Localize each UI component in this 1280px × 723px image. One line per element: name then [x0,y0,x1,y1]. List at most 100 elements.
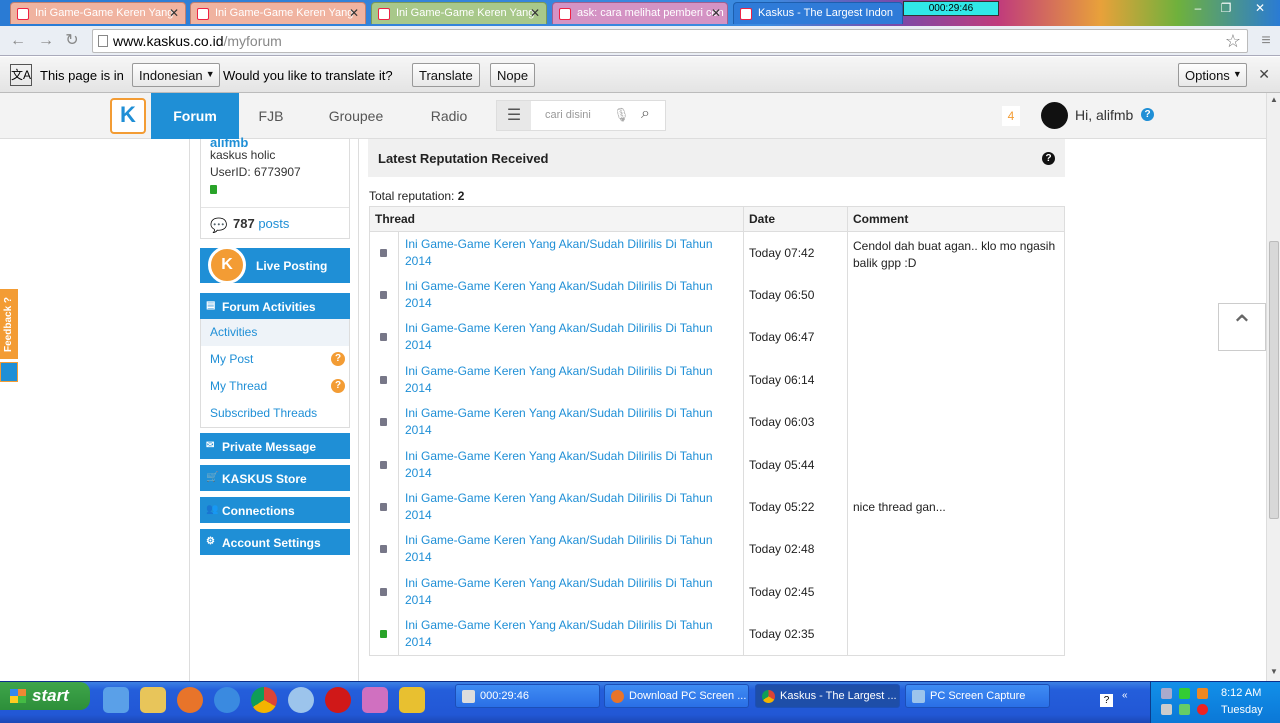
close-window-icon[interactable]: ✕ [1240,0,1280,18]
sidebar-item-my-post[interactable]: My Post ? [201,346,349,373]
nav-fjb[interactable]: FJB [249,93,293,139]
translate-prefix: This page is in [40,68,124,83]
nav-radio[interactable]: Radio [424,93,474,139]
connections-button[interactable]: 👥 Connections [200,497,350,523]
profile-card: alifmb kaskus holic UserID: 6773907 💬 78… [200,135,350,239]
page-scrollbar[interactable]: ▲ ▼ [1266,93,1280,681]
translate-button[interactable]: Translate [412,63,480,87]
kaskus-logo[interactable]: K [110,98,146,134]
back-icon[interactable]: ← [8,31,28,51]
back-to-top-button[interactable]: ⌃ [1218,303,1266,351]
sidebar-item-my-thread[interactable]: My Thread ? [201,373,349,400]
options-label: Options [1185,68,1230,83]
notification-badge[interactable]: 4 [1002,106,1020,126]
thread-link[interactable]: Ini Game-Game Keren Yang Akan/Sudah Dili… [398,358,744,402]
scrollbar-thumb[interactable] [1269,241,1279,519]
question-icon[interactable]: ? [331,352,345,366]
clock-time[interactable]: 8:12 AM [1221,687,1261,699]
browser-tab-strip: Ini Game-Game Keren Yang ✕ Ini Game-Game… [0,0,1280,26]
help-icon[interactable]: ? [1100,694,1113,707]
tray-security-icon[interactable] [1179,704,1190,715]
help-icon[interactable]: ? [1042,152,1055,165]
feedback-icon[interactable] [0,362,18,382]
internet-explorer-icon[interactable] [214,687,240,713]
options-button[interactable]: Options ▼ [1178,63,1247,87]
question-icon[interactable]: ? [331,379,345,393]
clock-day: Tuesday [1221,704,1263,716]
app-icon[interactable] [399,687,425,713]
address-bar[interactable]: www.kaskus.co.id/myforum ☆ [92,29,1248,53]
language-select[interactable]: Indonesian ▼ [132,63,220,87]
thread-link[interactable]: Ini Game-Game Keren Yang Akan/Sudah Dili… [398,231,744,274]
thread-link[interactable]: Ini Game-Game Keren Yang Akan/Sudah Dili… [398,528,744,571]
help-icon[interactable]: ? [1141,108,1154,121]
close-tab-icon[interactable]: ✕ [530,6,540,20]
taskbar-task[interactable]: 000:29:46 [455,684,600,708]
thread-link[interactable]: Ini Game-Game Keren Yang Akan/Sudah Dili… [398,443,744,486]
close-tab-icon[interactable]: ✕ [349,6,359,20]
sidebar-item-subscribed-threads[interactable]: Subscribed Threads [201,400,349,427]
outlook-icon[interactable] [103,687,129,713]
scroll-down-icon[interactable]: ▼ [1268,667,1280,679]
chrome-menu-icon[interactable]: ≡ [1256,31,1276,51]
nav-groupee[interactable]: Groupee [320,93,392,139]
tray-network-icon[interactable] [1179,688,1190,699]
user-greeting[interactable]: Hi, alifmb [1075,107,1133,123]
live-posting-button[interactable]: K Live Posting [200,246,350,284]
start-button[interactable]: start [0,682,90,710]
tray-update-icon[interactable] [1197,688,1208,699]
thread-link[interactable]: Ini Game-Game Keren Yang Akan/Sudah Dili… [398,570,744,614]
forum-activities-header[interactable]: ▤ Forum Activities [200,293,350,319]
browser-tab[interactable]: Ini Game-Game Keren Yang ✕ [371,2,547,24]
reputation-mark-cell [369,401,399,444]
post-count[interactable]: 787 posts [233,216,289,231]
bookmark-star-icon[interactable]: ☆ [1225,31,1241,52]
recording-timer: 000:29:46 [903,1,999,16]
close-tab-icon[interactable]: ✕ [169,6,179,20]
thread-link[interactable]: Ini Game-Game Keren Yang Akan/Sudah Dili… [398,316,744,359]
tray-app-icon[interactable] [1161,688,1172,699]
firefox-icon[interactable] [177,687,203,713]
nav-forum[interactable]: Forum [151,93,239,139]
close-translate-icon[interactable]: ✕ [1258,66,1270,83]
game-icon[interactable] [362,687,388,713]
taskbar-task[interactable]: PC Screen Capture [905,684,1050,708]
chrome-icon[interactable] [251,687,277,713]
search-input[interactable]: cari disini [545,109,591,121]
account-settings-button[interactable]: ⚙ Account Settings [200,529,350,555]
reload-icon[interactable]: ↻ [62,31,82,51]
thread-link[interactable]: Ini Game-Game Keren Yang Akan/Sudah Dili… [398,273,744,317]
close-tab-icon[interactable]: ✕ [711,6,721,20]
minimize-icon[interactable]: ‒ [1184,0,1212,18]
sidebar-item-label: My Thread [210,379,268,393]
hamburger-menu-icon[interactable]: ☰ [497,101,531,130]
kaskus-store-button[interactable]: 🛒 KASKUS Store [200,465,350,491]
taskbar-task[interactable]: Download PC Screen ... [604,684,749,708]
thread-link[interactable]: Ini Game-Game Keren Yang Akan/Sudah Dili… [398,401,744,444]
thread-link[interactable]: Ini Game-Game Keren Yang Akan/Sudah Dili… [398,613,744,656]
private-message-button[interactable]: ✉ Private Message [200,433,350,459]
network-icon[interactable] [288,687,314,713]
browser-tab[interactable]: ask: cara melihat pemberi cen ✕ [552,2,728,24]
tray-volume-icon[interactable] [1161,704,1172,715]
thread-link[interactable]: Ini Game-Game Keren Yang Akan/Sudah Dili… [398,485,744,529]
scroll-up-icon[interactable]: ▲ [1268,95,1280,107]
browser-tab[interactable]: Ini Game-Game Keren Yang ✕ [190,2,366,24]
opera-icon[interactable] [325,687,351,713]
avatar[interactable] [1041,102,1068,129]
feedback-tab[interactable]: Feedback ? [0,289,18,359]
neutral-reputation-icon [380,291,387,300]
forward-icon[interactable]: → [36,31,56,51]
folder-icon[interactable] [140,687,166,713]
search-icon[interactable]: ⌕ [641,105,650,123]
expand-tray-icon[interactable]: « [1122,690,1128,701]
sidebar-item-activities[interactable]: Activities [201,319,349,346]
browser-tab-active[interactable]: Kaskus - The Largest Indon [733,2,903,24]
taskbar-task-active[interactable]: Kaskus - The Largest ... [755,684,900,708]
tray-alert-icon[interactable] [1197,704,1208,715]
nope-button[interactable]: Nope [490,63,536,87]
browser-tab[interactable]: Ini Game-Game Keren Yang ✕ [10,2,186,24]
divider [189,139,190,681]
restore-icon[interactable]: ❐ [1212,0,1240,18]
microphone-icon[interactable]: 🎙 [613,107,630,123]
